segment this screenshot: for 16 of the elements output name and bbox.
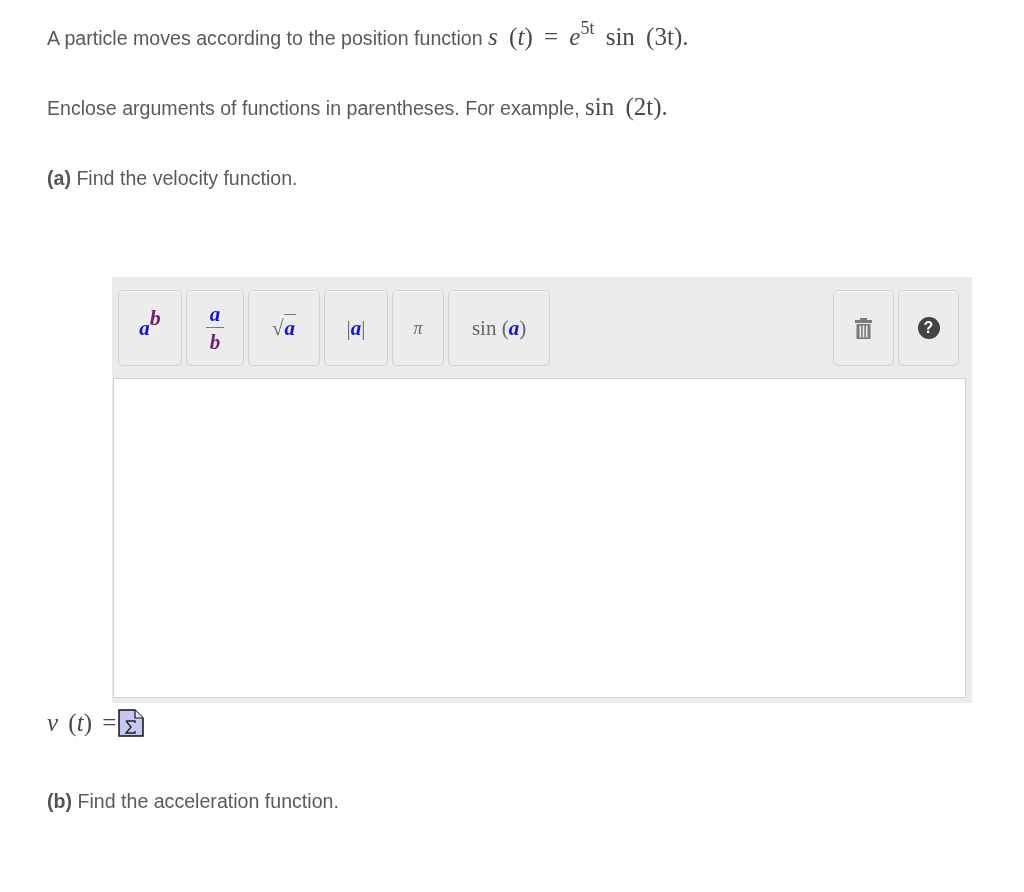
problem-statement: A particle moves according to the position function s (t) = e$^{5t}$ sin (3t). <box>47 22 689 53</box>
pi-button[interactable]: π <box>392 290 444 366</box>
square-root-button[interactable]: √a <box>248 290 320 366</box>
trash-icon <box>855 317 872 339</box>
absolute-value-button[interactable]: |a| <box>324 290 388 366</box>
answer-label: v (t) = <box>47 708 117 738</box>
question-prompt: (b) Find the acceleration function. <box>47 789 339 814</box>
exponent-button[interactable]: ab <box>118 290 182 366</box>
instruction-text: Enclose arguments of functions in parentheses. For example, sin (2t). <box>47 92 668 123</box>
help-button[interactable]: ? <box>898 290 959 366</box>
input-field[interactable] <box>113 378 966 698</box>
sine-button[interactable]: sin (a) <box>448 290 550 366</box>
fraction-button[interactable]: a b <box>186 290 244 366</box>
question-prompt: (a) Find the velocity function. <box>47 166 298 191</box>
equation-editor-icon[interactable] <box>118 709 145 737</box>
trash-button[interactable] <box>833 290 894 366</box>
